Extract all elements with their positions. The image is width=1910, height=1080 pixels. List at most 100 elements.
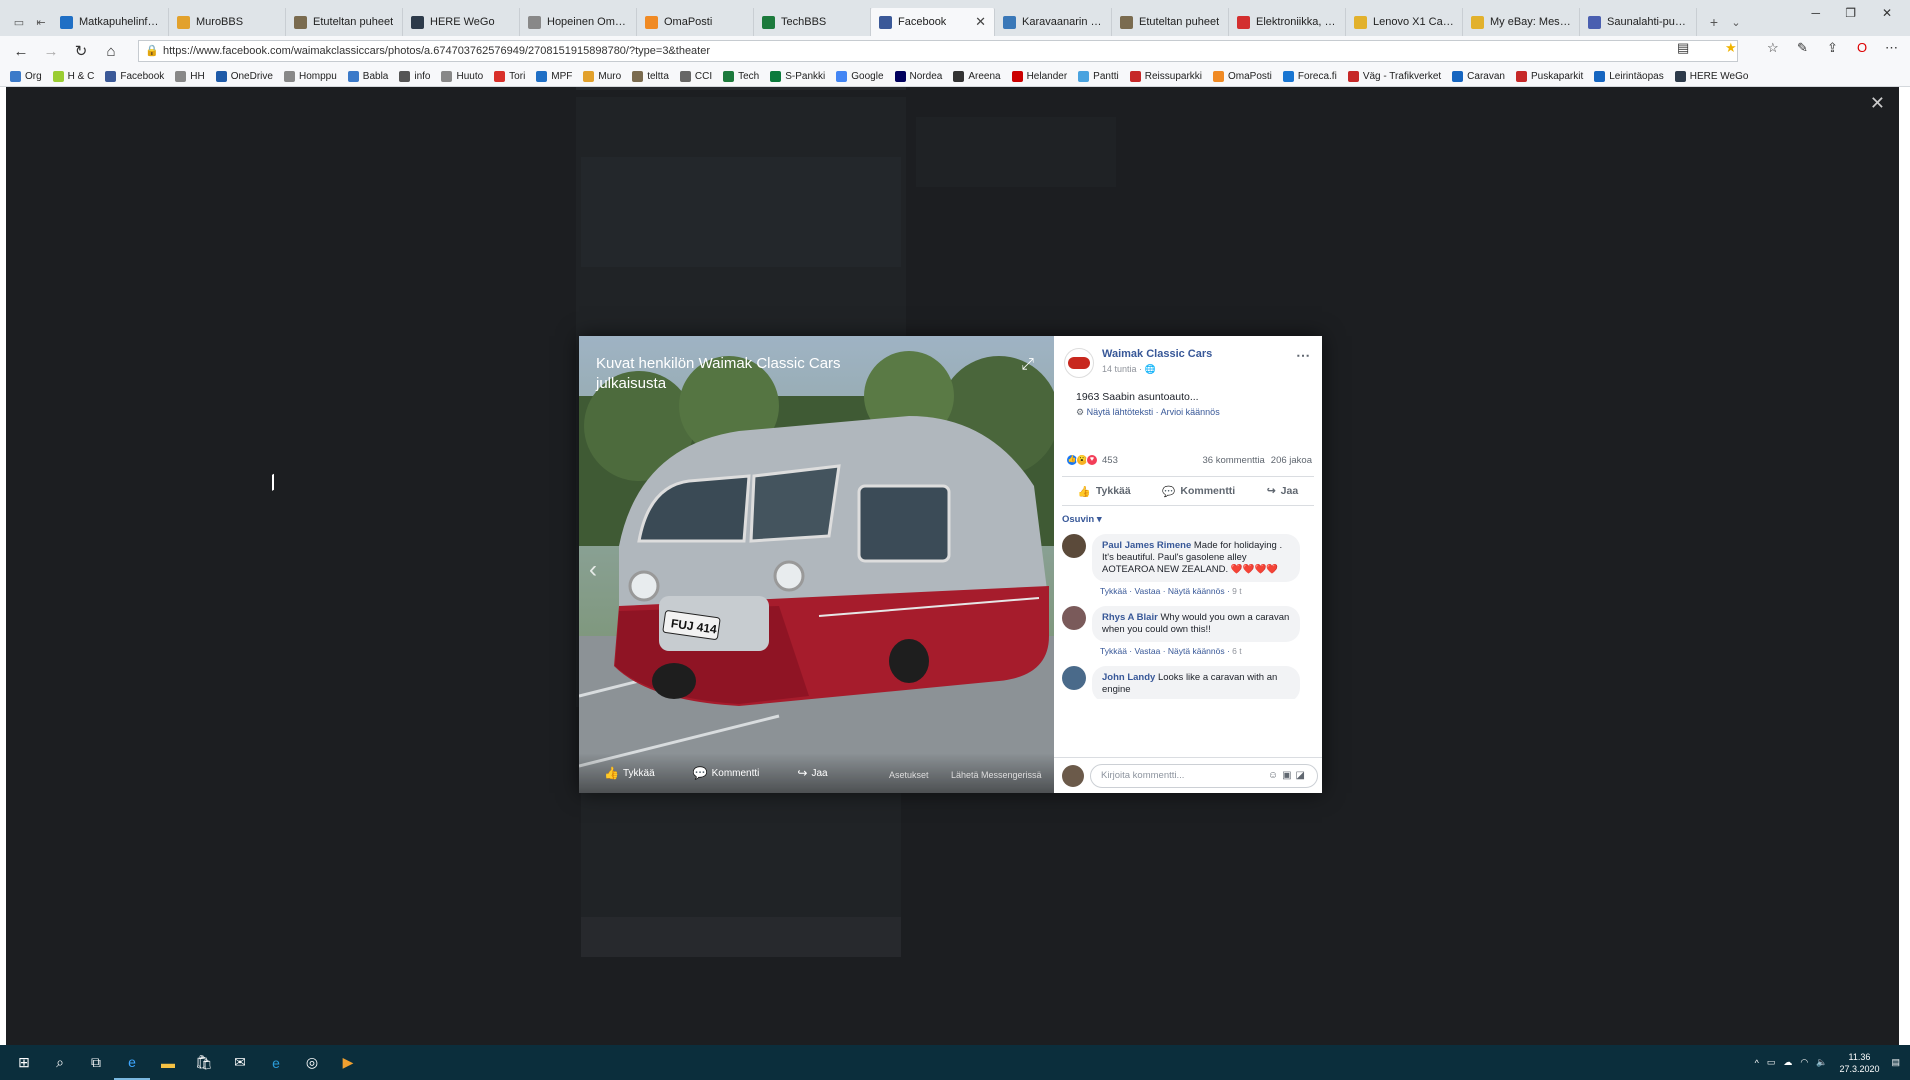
close-theater-icon[interactable]: ✕ <box>1870 93 1885 114</box>
favorite-item[interactable]: Pantti <box>1078 70 1119 82</box>
restore-button[interactable]: ❐ <box>1845 6 1856 20</box>
rate-translation-link[interactable]: Arvioi käännös <box>1161 407 1220 417</box>
settings-more-icon[interactable]: ⋯ <box>1885 40 1898 56</box>
commenter-avatar[interactable] <box>1062 534 1086 558</box>
reading-view-icon[interactable]: ▤ <box>1677 40 1689 56</box>
favorite-item[interactable]: Leirintäopas <box>1594 70 1664 82</box>
previous-photo-icon[interactable]: ‹ <box>589 556 597 584</box>
photo-share-button[interactable]: ↪ Jaa <box>797 766 827 780</box>
photo-like-button[interactable]: 👍 Tykkää <box>604 766 655 780</box>
favorite-item[interactable]: OneDrive <box>215 70 273 82</box>
comment-reply-link[interactable]: Vastaa <box>1135 586 1161 596</box>
favorite-item[interactable]: H & C <box>52 70 94 82</box>
commenter-avatar[interactable] <box>1062 606 1086 630</box>
comment-button[interactable]: 💬 Kommentti <box>1162 485 1235 498</box>
emoji-gif-sticker-icons[interactable]: ☺▣◪ <box>1268 770 1309 781</box>
favorite-item[interactable]: CCI <box>679 70 712 82</box>
favorite-item[interactable]: Väg - Trafikverket <box>1347 70 1441 82</box>
notes-icon[interactable]: ✎ <box>1797 40 1808 56</box>
favorite-item[interactable]: Google <box>836 70 884 82</box>
network-icon[interactable]: ▭ <box>1767 1057 1776 1068</box>
settings-link[interactable]: Asetukset <box>889 770 929 780</box>
favorite-item[interactable]: teltta <box>632 70 669 82</box>
favorite-item[interactable]: Tech <box>723 70 759 82</box>
favorite-item[interactable]: Homppu <box>283 70 337 82</box>
tab-actions-icon[interactable]: ▭ <box>8 8 30 36</box>
shares-count[interactable]: 206 jakoa <box>1271 455 1312 466</box>
favorite-item[interactable]: OmaPosti <box>1213 70 1272 82</box>
reaction-count[interactable]: 453 <box>1102 455 1118 466</box>
tray-chevron-icon[interactable]: ^ <box>1755 1058 1759 1068</box>
browser-tab[interactable]: OmaPosti <box>637 8 754 36</box>
file-explorer-icon[interactable]: ▬ <box>150 1045 186 1080</box>
commenter-name[interactable]: Paul James Rimene <box>1102 540 1191 551</box>
expand-icon[interactable]: ⤢ <box>1021 356 1034 374</box>
favorite-item[interactable]: Muro <box>583 70 621 82</box>
address-bar[interactable]: 🔒 https://www.facebook.com/waimakclassic… <box>138 40 1738 62</box>
browser-tab[interactable]: Saunalahti-puhelinlii <box>1580 8 1697 36</box>
favorite-item[interactable]: HH <box>175 70 205 82</box>
cloud-icon[interactable]: ☁ <box>1783 1057 1792 1068</box>
comment-age[interactable]: 9 t <box>1232 586 1241 596</box>
task-view-icon[interactable]: ⧉ <box>78 1045 114 1080</box>
share-button[interactable]: ↪ Jaa <box>1267 485 1298 497</box>
share-icon[interactable]: ⇪ <box>1827 40 1838 56</box>
favorite-item[interactable]: Tori <box>494 70 525 82</box>
home-icon[interactable]: ⌂ <box>96 36 126 66</box>
photo[interactable]: FUJ 414 Kuvat henkilön Waimak Classic Ca… <box>579 336 1054 793</box>
page-name-link[interactable]: Waimak Classic Cars <box>1102 348 1212 360</box>
see-original-link[interactable]: Näytä lähtöteksti <box>1087 407 1154 417</box>
forward-icon[interactable]: → <box>36 36 66 66</box>
browser-tab[interactable]: Lenovo X1 Carbon 2i <box>1346 8 1463 36</box>
favorite-item[interactable]: Puskaparkit <box>1515 70 1583 82</box>
volume-icon[interactable]: 🔈 <box>1816 1057 1827 1068</box>
comments-count[interactable]: 36 kommenttia <box>1202 455 1264 466</box>
tab-preview-chevron-icon[interactable]: ⌄ <box>1725 8 1747 36</box>
commenter-name[interactable]: John Landy <box>1102 672 1155 683</box>
set-aside-tabs-icon[interactable]: ⇤ <box>30 8 52 36</box>
browser-tab[interactable]: MuroBBS <box>169 8 286 36</box>
post-time[interactable]: 14 tuntia · 🌐 <box>1102 364 1212 375</box>
favorite-item[interactable]: Facebook <box>105 70 164 82</box>
new-tab-button[interactable]: + <box>1703 8 1725 36</box>
mail-icon[interactable]: ✉ <box>222 1045 258 1080</box>
minimize-button[interactable]: ─ <box>1811 6 1820 20</box>
close-tab-icon[interactable]: ✕ <box>975 14 986 30</box>
favorite-item[interactable]: Caravan <box>1452 70 1505 82</box>
back-icon[interactable]: ← <box>6 36 36 66</box>
wifi-icon[interactable]: ◠ <box>1800 1057 1808 1068</box>
media-app-icon[interactable]: ▶ <box>330 1045 366 1080</box>
browser-tab[interactable]: HERE WeGo <box>403 8 520 36</box>
browser-tab[interactable]: TechBBS <box>754 8 871 36</box>
favorite-item[interactable]: Foreca.fi <box>1282 70 1337 82</box>
comment-like-link[interactable]: Tykkää <box>1100 586 1127 596</box>
internet-explorer-icon[interactable]: e <box>258 1045 294 1080</box>
edge-icon[interactable]: e <box>114 1045 150 1080</box>
like-button[interactable]: 👍 Tykkää <box>1078 485 1131 498</box>
favorite-item[interactable]: Areena <box>953 70 1001 82</box>
webcam-app-icon[interactable]: ◎ <box>294 1045 330 1080</box>
notifications-icon[interactable]: ▤ <box>1891 1057 1900 1068</box>
browser-tab[interactable]: Matkapuhelinfoorumi <box>52 8 169 36</box>
commenter-name[interactable]: Rhys A Blair <box>1102 612 1158 623</box>
favorite-star-icon[interactable]: ★ <box>1725 40 1737 56</box>
favorite-item[interactable]: MPF <box>536 70 572 82</box>
browser-tab[interactable]: Hopeinen Omena • F <box>520 8 637 36</box>
page-avatar[interactable] <box>1064 348 1094 378</box>
search-icon[interactable]: ⌕ <box>42 1045 78 1080</box>
browser-tab[interactable]: Karavaanarin keskust <box>995 8 1112 36</box>
favorite-item[interactable]: Babla <box>347 70 388 82</box>
comment-age[interactable]: 6 t <box>1232 646 1241 656</box>
opera-icon[interactable]: O <box>1857 40 1867 55</box>
commenter-avatar[interactable] <box>1062 666 1086 690</box>
photo-comment-button[interactable]: 💬 Kommentti <box>693 766 760 780</box>
comment-reply-link[interactable]: Vastaa <box>1135 646 1161 656</box>
send-messenger-link[interactable]: Lähetä Messengerissä <box>951 770 1042 780</box>
comment-translate-link[interactable]: Näytä käännös <box>1168 586 1225 596</box>
favorite-item[interactable]: Org <box>10 70 42 82</box>
comment-translate-link[interactable]: Näytä käännös <box>1168 646 1225 656</box>
comment-input[interactable]: Kirjoita kommentti... ☺▣◪ <box>1090 763 1318 788</box>
comment-sort-dropdown[interactable]: Osuvin ▾ <box>1062 514 1102 525</box>
browser-tab[interactable]: Etuteltan puheet <box>1112 8 1229 36</box>
favorite-item[interactable]: HERE WeGo <box>1674 70 1748 82</box>
